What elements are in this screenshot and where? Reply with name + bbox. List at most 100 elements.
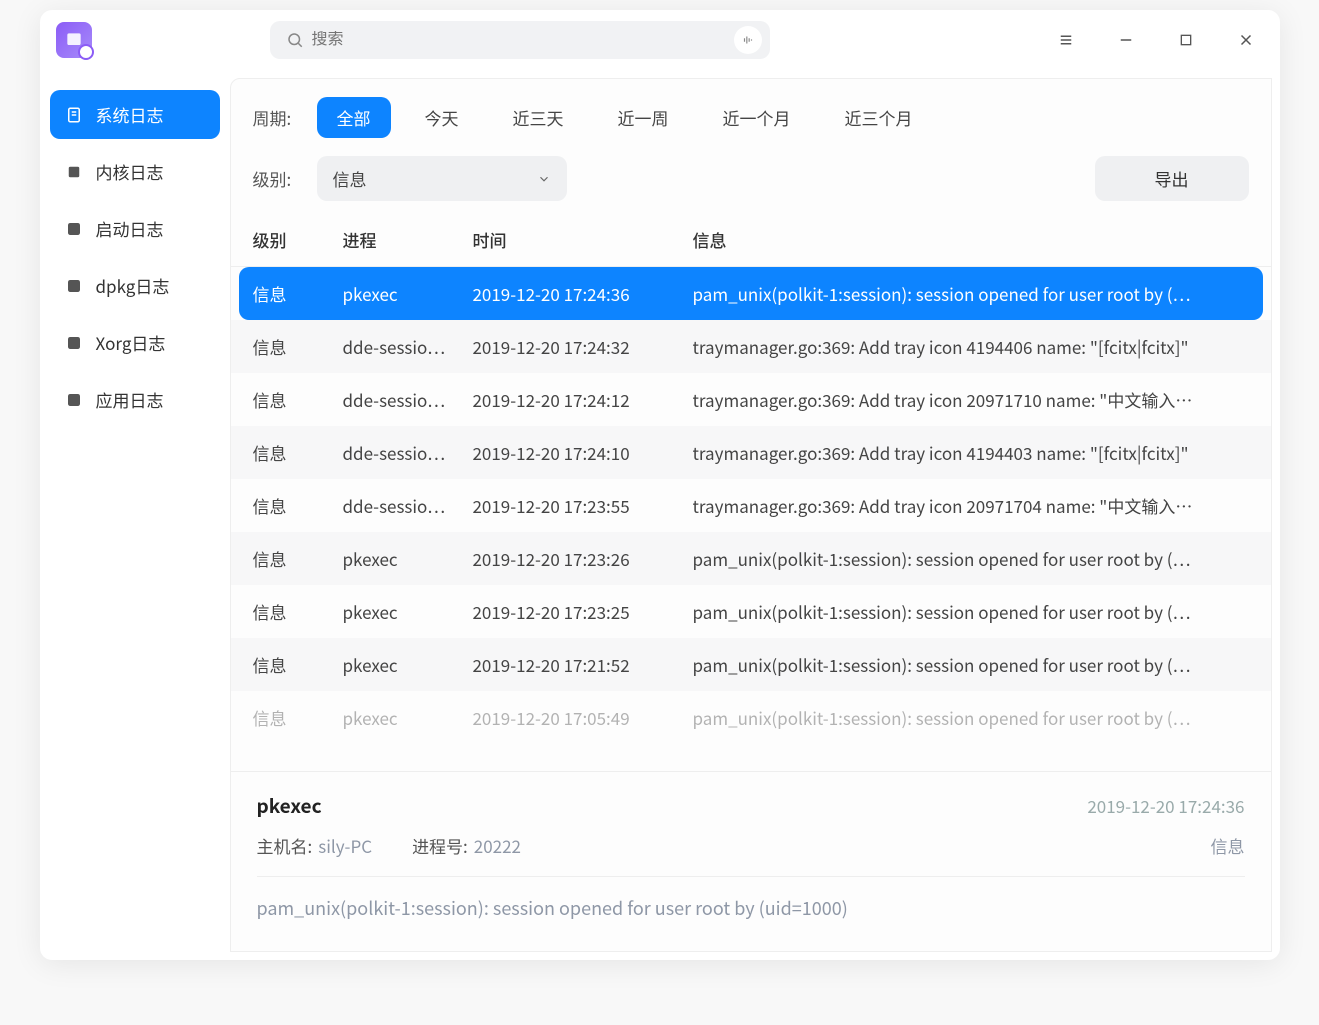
- cell-time: 2019-12-20 17:24:32: [473, 334, 693, 359]
- period-1month[interactable]: 近一个月: [703, 97, 811, 138]
- voice-icon[interactable]: [734, 26, 762, 54]
- table-row[interactable]: 信息dde-sessio…2019-12-20 17:24:10traymana…: [231, 426, 1271, 479]
- period-3months[interactable]: 近三个月: [825, 97, 933, 138]
- detail-time: 2019-12-20 17:24:36: [1087, 793, 1244, 818]
- sidebar-item-xorg-log[interactable]: Xorg日志: [50, 318, 220, 367]
- detail-host: sily-PC: [318, 833, 372, 858]
- sidebar: 系统日志 内核日志 启动日志 dpkg日志 Xorg日志 应用日志: [40, 70, 230, 960]
- level-label: 级别:: [253, 166, 303, 191]
- table-row[interactable]: 信息dde-sessio…2019-12-20 17:24:12traymana…: [231, 373, 1271, 426]
- app-window: 系统日志 内核日志 启动日志 dpkg日志 Xorg日志 应用日志: [40, 10, 1280, 960]
- detail-message: pam_unix(polkit-1:session): session open…: [257, 895, 1245, 921]
- cell-level: 信息: [253, 281, 343, 306]
- table-row[interactable]: 信息dde-sessio…2019-12-20 17:23:55traymana…: [231, 479, 1271, 532]
- minimize-button[interactable]: [1108, 22, 1144, 58]
- period-1week[interactable]: 近一周: [598, 97, 689, 138]
- cell-time: 2019-12-20 17:23:26: [473, 546, 693, 571]
- sidebar-item-label: 启动日志: [96, 216, 164, 241]
- cell-level: 信息: [253, 440, 343, 465]
- export-button[interactable]: 导出: [1095, 156, 1249, 201]
- cell-message: pam_unix(polkit-1:session): session open…: [693, 599, 1249, 624]
- sidebar-item-app-log[interactable]: 应用日志: [50, 375, 220, 424]
- menu-button[interactable]: [1048, 22, 1084, 58]
- header-message: 信息: [693, 227, 1249, 252]
- cell-message: traymanager.go:369: Add tray icon 419440…: [693, 440, 1249, 465]
- cell-time: 2019-12-20 17:23:55: [473, 493, 693, 518]
- header-time: 时间: [473, 227, 693, 252]
- cell-process: dde-sessio…: [343, 387, 473, 412]
- chevron-down-icon: [537, 172, 551, 186]
- app-icon: [56, 22, 92, 58]
- cell-level: 信息: [253, 652, 343, 677]
- close-button[interactable]: [1228, 22, 1264, 58]
- filters: 周期: 全部 今天 近三天 近一周 近一个月 近三个月 级别: 信息 导出: [231, 79, 1271, 201]
- cell-process: dde-sessio…: [343, 493, 473, 518]
- body: 系统日志 内核日志 启动日志 dpkg日志 Xorg日志 应用日志: [40, 70, 1280, 960]
- cell-process: dde-sessio…: [343, 440, 473, 465]
- titlebar: [40, 10, 1280, 70]
- table-header: 级别 进程 时间 信息: [231, 211, 1271, 267]
- cell-time: 2019-12-20 17:24:36: [473, 281, 693, 306]
- sidebar-item-dpkg-log[interactable]: dpkg日志: [50, 261, 220, 310]
- detail-pid: 20222: [474, 833, 521, 858]
- table-row[interactable]: 信息pkexec2019-12-20 17:23:25pam_unix(polk…: [231, 585, 1271, 638]
- sidebar-item-label: 应用日志: [96, 387, 164, 412]
- sidebar-item-label: 系统日志: [96, 102, 164, 127]
- cell-message: traymanager.go:369: Add tray icon 419440…: [693, 334, 1249, 359]
- cell-time: 2019-12-20 17:21:52: [473, 652, 693, 677]
- sidebar-item-kernel-log[interactable]: 内核日志: [50, 147, 220, 196]
- cell-message: pam_unix(polkit-1:session): session open…: [693, 281, 1249, 306]
- cell-process: pkexec: [343, 281, 473, 306]
- search-input[interactable]: [312, 31, 726, 49]
- detail-host-label: 主机名:: [257, 833, 313, 858]
- table-row[interactable]: 信息pkexec2019-12-20 17:24:36pam_unix(polk…: [239, 267, 1263, 320]
- cell-process: pkexec: [343, 546, 473, 571]
- x-icon: [64, 333, 84, 353]
- period-filter-row: 周期: 全部 今天 近三天 近一周 近一个月 近三个月: [253, 97, 1249, 138]
- period-3days[interactable]: 近三天: [493, 97, 584, 138]
- d-icon: [64, 276, 84, 296]
- cell-level: 信息: [253, 493, 343, 518]
- cell-time: 2019-12-20 17:05:49: [473, 705, 693, 730]
- cell-process: dde-sessio…: [343, 334, 473, 359]
- sidebar-item-label: dpkg日志: [96, 273, 170, 298]
- detail-pid-label: 进程号:: [412, 833, 468, 858]
- power-icon: [64, 219, 84, 239]
- detail-level: 信息: [1211, 833, 1245, 858]
- cell-time: 2019-12-20 17:24:12: [473, 387, 693, 412]
- detail-divider: [257, 876, 1245, 877]
- main-panel: 周期: 全部 今天 近三天 近一周 近一个月 近三个月 级别: 信息 导出: [230, 78, 1272, 952]
- cell-process: pkexec: [343, 705, 473, 730]
- sidebar-item-label: 内核日志: [96, 159, 164, 184]
- period-all[interactable]: 全部: [317, 97, 391, 138]
- export-button-label: 导出: [1155, 166, 1189, 191]
- cell-message: traymanager.go:369: Add tray icon 209717…: [693, 387, 1249, 412]
- level-select-value: 信息: [333, 166, 367, 191]
- cell-message: pam_unix(polkit-1:session): session open…: [693, 705, 1249, 730]
- window-controls: [1048, 22, 1264, 58]
- cell-time: 2019-12-20 17:24:10: [473, 440, 693, 465]
- cell-time: 2019-12-20 17:23:25: [473, 599, 693, 624]
- search-box[interactable]: [270, 21, 770, 59]
- cell-process: pkexec: [343, 652, 473, 677]
- header-level: 级别: [253, 227, 343, 252]
- table-row[interactable]: 信息dde-sessio…2019-12-20 17:24:32traymana…: [231, 320, 1271, 373]
- level-select[interactable]: 信息: [317, 156, 567, 201]
- chip-icon: [64, 162, 84, 182]
- sidebar-item-boot-log[interactable]: 启动日志: [50, 204, 220, 253]
- period-today[interactable]: 今天: [405, 97, 479, 138]
- maximize-button[interactable]: [1168, 22, 1204, 58]
- detail-panel: pkexec 2019-12-20 17:24:36 主机名:sily-PC 进…: [231, 771, 1271, 951]
- table-rows[interactable]: 信息pkexec2019-12-20 17:24:36pam_unix(polk…: [231, 267, 1271, 771]
- search-icon: [286, 31, 304, 49]
- cell-level: 信息: [253, 599, 343, 624]
- table-row[interactable]: 信息pkexec2019-12-20 17:05:49pam_unix(polk…: [231, 691, 1271, 744]
- cell-message: traymanager.go:369: Add tray icon 209717…: [693, 493, 1249, 518]
- detail-process: pkexec: [257, 792, 322, 819]
- table-row[interactable]: 信息pkexec2019-12-20 17:23:26pam_unix(polk…: [231, 532, 1271, 585]
- table-row[interactable]: 信息pkexec2019-12-20 17:21:52pam_unix(polk…: [231, 638, 1271, 691]
- cell-level: 信息: [253, 705, 343, 730]
- cell-level: 信息: [253, 546, 343, 571]
- cell-level: 信息: [253, 387, 343, 412]
- sidebar-item-system-log[interactable]: 系统日志: [50, 90, 220, 139]
